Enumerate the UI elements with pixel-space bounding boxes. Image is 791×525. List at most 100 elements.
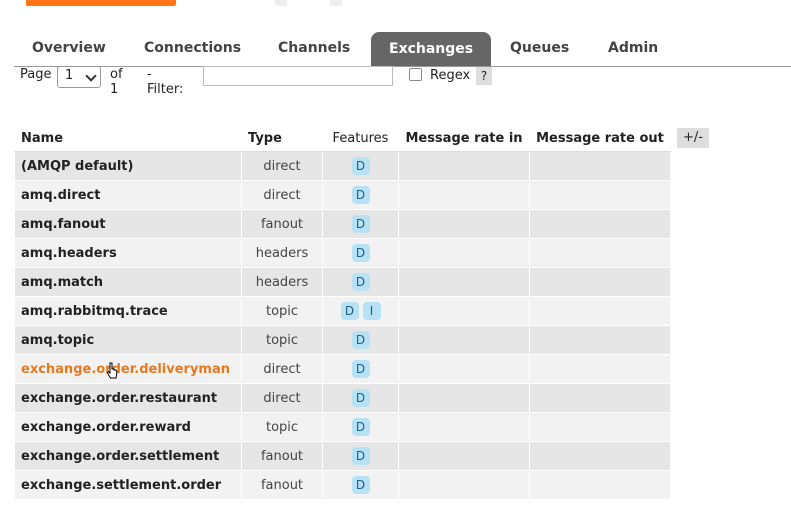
filter-input[interactable]	[203, 66, 393, 86]
table-row[interactable]: amq.rabbitmq.trace topic D I	[14, 296, 671, 326]
message-rate-out	[529, 180, 671, 210]
exchange-type: topic	[241, 325, 323, 355]
help-button[interactable]: ?	[476, 67, 492, 85]
message-rate-in	[398, 441, 530, 471]
feature-badge: D	[351, 273, 370, 291]
exchange-name-link[interactable]: exchange.order.restaurant	[14, 383, 242, 413]
feature-badge: I	[362, 302, 381, 320]
feature-badge: D	[351, 157, 370, 175]
version-badge	[275, 0, 287, 6]
feature-badge: D	[351, 215, 370, 233]
exchange-type: direct	[241, 180, 323, 210]
exchange-features: D	[322, 238, 399, 268]
columns-toggle-button[interactable]: +/-	[677, 128, 709, 148]
exchange-features: D	[322, 441, 399, 471]
exchange-name-link[interactable]: amq.match	[14, 267, 242, 297]
feature-badge: D	[351, 476, 370, 494]
exchange-type: fanout	[241, 441, 323, 471]
tab-connections[interactable]: Connections	[144, 40, 241, 56]
page-select[interactable]: 1	[57, 66, 101, 88]
table-row[interactable]: (AMQP default) direct D	[14, 151, 671, 181]
message-rate-in	[398, 238, 530, 268]
tab-admin[interactable]: Admin	[608, 40, 658, 56]
message-rate-in	[398, 151, 530, 181]
message-rate-out	[529, 151, 671, 181]
table-row[interactable]: exchange.order.reward topic D	[14, 412, 671, 442]
feature-badge: D	[351, 389, 370, 407]
message-rate-out	[529, 209, 671, 239]
exchange-name-link[interactable]: (AMQP default)	[14, 151, 242, 181]
page-count: of 1	[110, 67, 123, 97]
table-row[interactable]: amq.direct direct D	[14, 180, 671, 210]
exchange-features: D	[322, 151, 399, 181]
regex-checkbox[interactable]	[409, 68, 422, 81]
main-tabs: Overview Connections Channels Exchanges …	[14, 32, 791, 67]
feature-badge: D	[351, 418, 370, 436]
exchange-name-link[interactable]: amq.fanout	[14, 209, 242, 239]
tab-overview[interactable]: Overview	[32, 40, 106, 56]
table-header-row: Name Type Features Message rate in Messa…	[14, 125, 671, 152]
feature-badge: D	[351, 331, 370, 349]
exchange-name-link[interactable]: exchange.order.settlement	[14, 441, 242, 471]
exchange-name-link[interactable]: amq.direct	[14, 180, 242, 210]
exchange-features: D	[322, 209, 399, 239]
exchange-name-link[interactable]: amq.headers	[14, 238, 242, 268]
message-rate-out	[529, 296, 671, 326]
message-rate-in	[398, 296, 530, 326]
exchange-type: headers	[241, 238, 323, 268]
table-row[interactable]: exchange.settlement.order fanout D	[14, 470, 671, 500]
rabbitmq-logo	[26, 0, 176, 6]
exchange-name-link[interactable]: exchange.order.reward	[14, 412, 242, 442]
exchange-name-link[interactable]: amq.rabbitmq.trace	[14, 296, 242, 326]
tab-exchanges[interactable]: Exchanges	[371, 32, 492, 66]
feature-badge: D	[340, 302, 359, 320]
exchange-type: topic	[241, 412, 323, 442]
exchange-name-link[interactable]: amq.topic	[14, 325, 242, 355]
feature-badge: D	[351, 186, 370, 204]
header-rate-in[interactable]: Message rate in	[398, 125, 530, 152]
message-rate-out	[529, 354, 671, 384]
chevron-down-icon	[85, 70, 97, 82]
exchange-features: DI	[322, 296, 399, 326]
exchange-features: D	[322, 180, 399, 210]
exchange-name-link[interactable]: exchange.settlement.order	[14, 470, 242, 500]
exchange-features: D	[322, 325, 399, 355]
exchanges-table: Name Type Features Message rate in Messa…	[14, 125, 671, 500]
message-rate-out	[529, 383, 671, 413]
message-rate-in	[398, 180, 530, 210]
table-row[interactable]: amq.fanout fanout D	[14, 209, 671, 239]
message-rate-out	[529, 441, 671, 471]
table-row[interactable]: amq.match headers D	[14, 267, 671, 297]
mouse-cursor-icon	[106, 362, 118, 379]
feature-badge: D	[351, 447, 370, 465]
message-rate-in	[398, 267, 530, 297]
exchange-features: D	[322, 412, 399, 442]
exchange-features: D	[322, 383, 399, 413]
message-rate-out	[529, 470, 671, 500]
exchange-features: D	[322, 267, 399, 297]
header-rate-out[interactable]: Message rate out	[529, 125, 671, 152]
feature-badge: D	[351, 244, 370, 262]
exchange-type: direct	[241, 383, 323, 413]
table-row[interactable]: exchange.order.restaurant direct D	[14, 383, 671, 413]
exchange-type: topic	[241, 296, 323, 326]
header-name[interactable]: Name	[14, 125, 242, 152]
filter-label: - Filter:	[147, 67, 184, 97]
regex-label: Regex	[430, 68, 471, 83]
message-rate-out	[529, 267, 671, 297]
header-features: Features	[322, 125, 399, 152]
exchange-features: D	[322, 354, 399, 384]
table-row[interactable]: amq.topic topic D	[14, 325, 671, 355]
message-rate-in	[398, 354, 530, 384]
feature-badge: D	[351, 360, 370, 378]
exchange-name-link[interactable]: exchange.order.deliveryman	[14, 354, 242, 384]
header-type[interactable]: Type	[241, 125, 323, 152]
table-row[interactable]: exchange.order.settlement fanout D	[14, 441, 671, 471]
exchange-type: headers	[241, 267, 323, 297]
tab-channels[interactable]: Channels	[278, 40, 350, 56]
message-rate-out	[529, 238, 671, 268]
exchange-features: D	[322, 470, 399, 500]
tab-queues[interactable]: Queues	[510, 40, 569, 56]
header-strip	[0, 0, 791, 10]
table-row[interactable]: amq.headers headers D	[14, 238, 671, 268]
